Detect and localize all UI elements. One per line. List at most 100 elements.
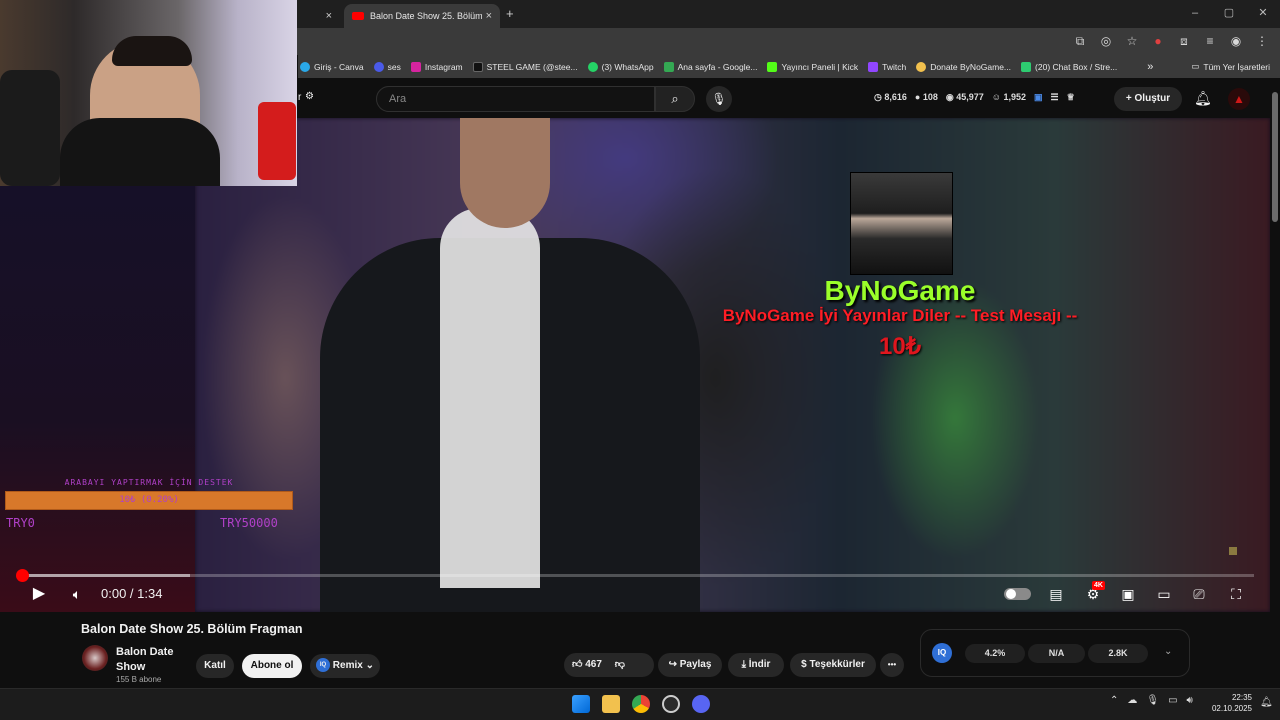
bookmark-item[interactable]: Donate ByNoGame... [916,61,1011,72]
star-icon[interactable]: ☆ [1124,33,1140,49]
play-button[interactable]: ▶ [30,584,48,604]
notifications-icon[interactable]: 🔔︎ [1260,697,1273,708]
donation-goal-max: TRY50000 [220,516,278,530]
subtitles-icon: ▤ [1049,586,1063,602]
cast-button[interactable]: ⎚ [1189,584,1209,604]
theater-icon: ▭ [1157,586,1171,602]
discord-icon[interactable] [692,695,710,713]
search-button[interactable]: ⌕ [655,86,695,112]
search-input[interactable]: Ara [376,86,655,112]
bookmark-label: Ana sayfa - Google... [677,61,758,72]
extensions-icon[interactable]: ⧈ [1176,33,1192,49]
theater-button[interactable]: ▭ [1154,584,1174,604]
bookmarks-more-button[interactable]: » [1147,61,1153,73]
taskbar-clock[interactable]: 22:35 02.10.2025 [1212,692,1252,714]
eye-off-icon[interactable]: ◎ [1098,33,1114,49]
video-person-shirt [440,208,540,588]
watermark-icon [1229,547,1237,555]
browser-tab-active[interactable]: Balon Date Show 25. Bölüm Fra × [344,4,500,28]
mic-icon: 🎙 [711,92,727,106]
subscribe-button[interactable]: Abone ol [242,654,302,678]
bookmark-item[interactable]: Ana sayfa - Google... [663,61,758,72]
close-tab-icon[interactable]: × [486,10,492,22]
thanks-button[interactable]: $ Teşekkürler [790,653,876,677]
bell-icon[interactable]: 🔔︎ [1194,90,1212,107]
all-bookmarks-label: Tüm Yer İşaretleri [1203,61,1270,72]
scrollbar-thumb[interactable] [1272,92,1278,222]
like-button[interactable]: 👍︎ 467 [572,659,602,670]
new-tab-button[interactable]: + [506,6,514,21]
bookmark-item[interactable]: ses [373,61,401,72]
donation-message: ByNoGame İyi Yayınlar Diler -- Test Mesa… [722,306,1078,325]
bookmark-label: Instagram [424,61,463,72]
chevron-down-icon[interactable]: ⌄ [1164,646,1172,657]
settings-button[interactable]: ⚙ 4K [1082,581,1105,604]
browser-tab-previous[interactable]: × [300,4,340,28]
speaker-icon[interactable]: 🔊︎ [1187,695,1193,706]
autoplay-toggle[interactable] [1004,588,1031,600]
more-actions-button[interactable]: ••• [880,653,904,677]
chrome-icon[interactable] [632,695,650,713]
remix-button[interactable]: IQ Remix ⌄ [310,654,380,678]
tab-title: Balon Date Show 25. Bölüm Fra [370,11,482,21]
menu-icon[interactable]: ⋮ [1254,33,1270,49]
donation-goal-title: ARABAYI YAPTIRMAK İÇİN DESTEK [64,478,234,487]
thanks-label: Teşekkürler [809,659,865,670]
list-icon[interactable]: ☰ [1051,92,1059,103]
join-button[interactable]: Katıl [196,654,234,678]
minimize-button[interactable]: – [1178,0,1212,28]
bookmark-item[interactable]: Giriş - Canva [300,61,364,72]
stat-value: 8,616 [884,92,907,102]
all-bookmarks-button[interactable]: ▭ Tüm Yer İşaretleri [1191,61,1270,72]
filter-label: r [298,92,302,103]
file-explorer-icon[interactable] [602,695,620,713]
close-window-button[interactable]: ✕ [1246,0,1280,28]
bookmark-item[interactable]: STEEL GAME (@stee... [472,61,578,72]
voice-search-button[interactable]: 🎙 [706,86,732,112]
video-player[interactable] [0,118,1270,612]
folder-icon: ▭ [1191,61,1200,71]
create-button[interactable]: + Oluştur [1114,87,1182,111]
cloud-icon[interactable]: ☁ [1127,695,1137,706]
bookmark-item[interactable]: Yayıncı Paneli | Kick [767,61,858,72]
bookmark-item[interactable]: Instagram [410,61,463,72]
iq-stat: 2.8K [1088,644,1148,663]
share-button[interactable]: ↪ Paylaş [658,653,722,677]
start-icon[interactable] [572,695,590,713]
quality-badge: 4K [1092,581,1105,590]
canva-icon [300,61,310,72]
bookmark-item[interactable]: (20) Chat Box / Stre... [1021,61,1117,72]
chevron-up-icon[interactable]: ⌃ [1110,695,1118,706]
bookmark-item[interactable]: (3) WhatsApp [587,61,654,72]
donation-goal-min: TRY0 [6,516,35,530]
chair [0,70,60,186]
dislike-button[interactable]: 👎︎ [615,659,625,670]
close-tab-icon[interactable]: × [326,10,332,22]
miniplayer-button[interactable]: ▣ [1118,584,1138,604]
volume-button[interactable]: 🔈︎ [68,584,86,604]
subtitles-button[interactable]: ▤ [1046,584,1066,604]
channel-avatar[interactable] [82,645,108,671]
channel-name[interactable]: Balon Date Show [116,645,186,675]
mic-icon[interactable]: 🎙︎ [1146,695,1159,706]
progress-scrubber[interactable] [16,569,29,582]
avatar[interactable]: ▲ [1228,88,1250,110]
fullscreen-button[interactable]: ⛶ [1226,584,1246,604]
progress-bar[interactable] [22,574,1254,577]
cast-icon[interactable]: ⧉ [1072,33,1088,49]
create-label: Oluştur [1134,93,1171,104]
extension-badge-icon[interactable]: ● [1150,33,1166,49]
media-icon[interactable]: ≡ [1202,33,1218,49]
bookmark-item[interactable]: Twitch [868,61,906,72]
maximize-button[interactable]: ▢ [1212,0,1246,28]
obs-icon[interactable] [662,695,680,713]
profile-icon[interactable]: ◉ [1228,33,1244,49]
iq-icon[interactable]: ▣ [1034,92,1043,103]
download-button[interactable]: ⤓ İndir [728,653,784,677]
network-icon[interactable]: ▭ [1168,695,1177,706]
iq-icon: IQ [316,658,331,673]
bookmark-label: STEEL GAME (@stee... [486,61,578,72]
trophy-icon[interactable]: ♕ [1067,92,1075,103]
sliders-icon[interactable]: ⚙ [305,91,314,102]
tiktok-icon [472,61,483,72]
